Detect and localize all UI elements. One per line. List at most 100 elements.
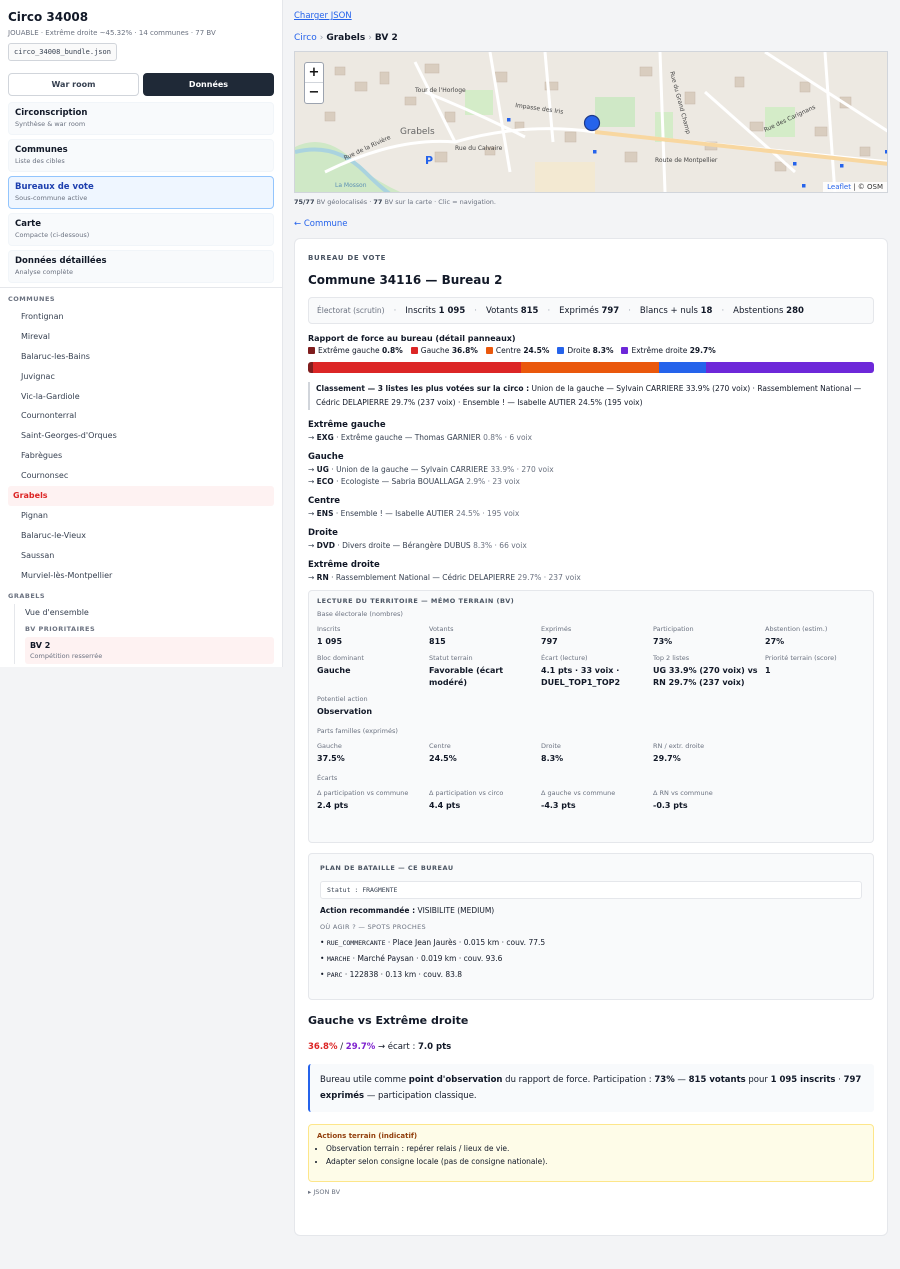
commune-item[interactable]: Frontignan	[8, 307, 274, 327]
nav-sub: Liste des cibles	[15, 157, 65, 165]
map-label: Grabels	[400, 127, 435, 137]
commune-item[interactable]: Balaruc-les-Bains	[8, 347, 274, 367]
bullet: •	[320, 970, 327, 979]
nav-circonscription[interactable]: Circonscription Synthèse & war room	[8, 102, 274, 135]
zoom-out-button[interactable]: −	[305, 83, 323, 103]
bv-marker[interactable]	[593, 150, 597, 154]
family-heading: Droite	[308, 528, 338, 538]
overview-link[interactable]: Vue d'ensemble	[25, 604, 282, 623]
crumb-commune[interactable]: Grabels	[326, 33, 365, 43]
bv-marker[interactable]	[507, 118, 511, 122]
map-view[interactable]: Grabels Rue du Calvaire Route de Montpel…	[294, 51, 888, 193]
votants-value: 815	[520, 305, 539, 316]
commune-item[interactable]: Mireval	[8, 327, 274, 347]
load-json-link[interactable]: Charger JSON	[294, 11, 352, 21]
leaflet-link[interactable]: Leaflet	[827, 183, 851, 191]
map-tiles[interactable]: Grabels Rue du Calvaire Route de Montpel…	[295, 52, 888, 193]
nav-carte[interactable]: Carte Compacte (ci-dessous)	[8, 213, 274, 246]
memo-cell: Participation 73%	[653, 625, 765, 648]
commune-item[interactable]: Vic-la-Gardiole	[8, 387, 274, 407]
back-to-commune-link[interactable]: ← Commune	[294, 219, 348, 229]
bv-marker[interactable]	[840, 164, 844, 168]
zoom-in-button[interactable]: +	[305, 63, 323, 83]
memo-cell: Gauche 37.5%	[317, 742, 429, 765]
classement-title: Classement — 3 listes les plus votées su…	[316, 384, 530, 393]
breadcrumb: Circo › Grabels › BV 2	[294, 33, 398, 43]
classement-note: Classement — 3 listes les plus votées su…	[308, 382, 874, 410]
list-name: · Extrême gauche — Thomas GARNIER	[333, 433, 484, 442]
memo-terrain: LECTURE DU TERRITOIRE — MÉMO TERRAIN (BV…	[308, 590, 874, 843]
list-code: ENS	[316, 509, 334, 518]
commune-item[interactable]: Balaruc-le-Vieux	[8, 526, 274, 546]
spot-item: • PARC · 122838 · 0.13 km · couv. 83.8	[320, 970, 862, 979]
memo-key: RN / extr. droite	[653, 742, 705, 750]
commune-item[interactable]: Saussan	[8, 546, 274, 566]
memo-cell: Abstention (estim.) 27%	[765, 625, 865, 648]
bv-2-item[interactable]: BV 2 Compétition resserrée	[25, 637, 274, 665]
note-text: ·	[835, 1075, 844, 1085]
note-strong: 815 votants	[688, 1075, 746, 1085]
nav-communes[interactable]: Communes Liste des cibles	[8, 139, 274, 172]
memo-key: Centre	[429, 742, 451, 750]
tab-war-room[interactable]: War room	[8, 73, 139, 96]
commune-item[interactable]: Juvignac	[8, 367, 274, 387]
candidate-line: → DVD · Divers droite — Bérangère DUBUS …	[308, 541, 874, 550]
communes-label: COMMUNES	[8, 295, 56, 303]
commune-item[interactable]: Saint-Georges-d'Orques	[8, 426, 274, 446]
crumb-separator: ›	[319, 33, 324, 43]
vs-heading: Gauche vs Extrême droite	[308, 1014, 469, 1027]
bv-marker[interactable]	[885, 150, 888, 154]
memo-key: Potentiel action	[317, 695, 368, 703]
memo-cell: Exprimés 797	[541, 625, 653, 648]
memo-value: 27%	[765, 637, 785, 646]
bundle-filename: circo_34008_bundle.json	[8, 43, 117, 61]
commune-item[interactable]: Cournonsec	[8, 466, 274, 486]
bv-marker-active[interactable]	[583, 114, 601, 132]
legend-swatch	[410, 347, 418, 354]
memo-cell: Δ participation vs circo 4.4 pts	[429, 789, 541, 812]
legend-pct: 29.7%	[689, 346, 716, 355]
candidate-line: → UG · Union de la gauche — Sylvain CARR…	[308, 465, 874, 474]
json-bv-toggle[interactable]: ▸ JSON BV	[308, 1188, 874, 1196]
legend-pct: 24.5%	[523, 346, 550, 355]
action-value: VISIBILITE (MEDIUM)	[415, 906, 495, 915]
spot-text: · Place Jean Jaurès · 0.015 km · couv. 7…	[385, 938, 546, 947]
bv-sub: Compétition resserrée	[30, 652, 103, 661]
force-bar-segment	[659, 362, 707, 373]
memo-key: Abstention (estim.)	[765, 625, 828, 633]
map-label: Rue du Calvaire	[455, 145, 503, 152]
memo-value: -4.3 pts	[541, 801, 576, 810]
nav-donnees-detaillees[interactable]: Données détaillées Analyse complète	[8, 250, 274, 283]
memo-ecarts-label: Écarts	[317, 774, 338, 782]
list-code: DVD	[316, 541, 335, 550]
memo-cell: Centre 24.5%	[429, 742, 541, 765]
arrow: →	[308, 509, 317, 518]
commune-item[interactable]: Fabrègues	[8, 446, 274, 466]
commune-item[interactable]: Grabels	[8, 486, 274, 506]
vs-line: 36.8% / 29.7% → écart : 7.0 pts	[308, 1042, 874, 1052]
family-block: Extrême droite → RN · Rassemblement Natio…	[308, 560, 874, 582]
nav-bureaux-de-vote[interactable]: Bureaux de vote Sous-commune active	[8, 176, 274, 209]
crumb-circo[interactable]: Circo	[294, 33, 317, 43]
tab-donnees[interactable]: Données	[143, 73, 274, 96]
note-text: BV sur la carte · Clic = navigation.	[382, 198, 496, 206]
list-stat: 29.7% · 237 voix	[517, 573, 581, 582]
memo-value: 37.5%	[317, 754, 345, 763]
commune-item[interactable]: Murviel-lès-Montpellier	[8, 566, 274, 586]
bv-marker[interactable]	[793, 162, 797, 166]
stats-bar: Électorat (scrutin) · Inscrits 1 095 · Vot…	[308, 297, 874, 324]
legend-name: Centre	[495, 346, 524, 355]
rapport-force-title: Rapport de force au bureau (détail panne…	[308, 334, 516, 343]
families-list: Extrême gauche → EXG · Extrême gauche — T…	[308, 420, 874, 582]
memo-key: Statut terrain	[429, 654, 473, 662]
spot-text: · 122838 · 0.13 km · couv. 83.8	[342, 970, 463, 979]
geoloc-count: 75/77	[294, 198, 315, 206]
force-bar	[308, 362, 874, 373]
bv-marker[interactable]	[802, 184, 806, 188]
memo-cell: Écart (lecture) 4.1 pts · 33 voix · DUEL_…	[541, 654, 653, 689]
spots-list: • RUE_COMMERCANTE · Place Jean Jaurès · …	[320, 938, 862, 979]
memo-parts-label: Parts familles (exprimés)	[317, 727, 398, 735]
legend-pct: 36.8%	[451, 346, 478, 355]
commune-item[interactable]: Cournonterral	[8, 406, 274, 426]
commune-item[interactable]: Pignan	[8, 506, 274, 526]
